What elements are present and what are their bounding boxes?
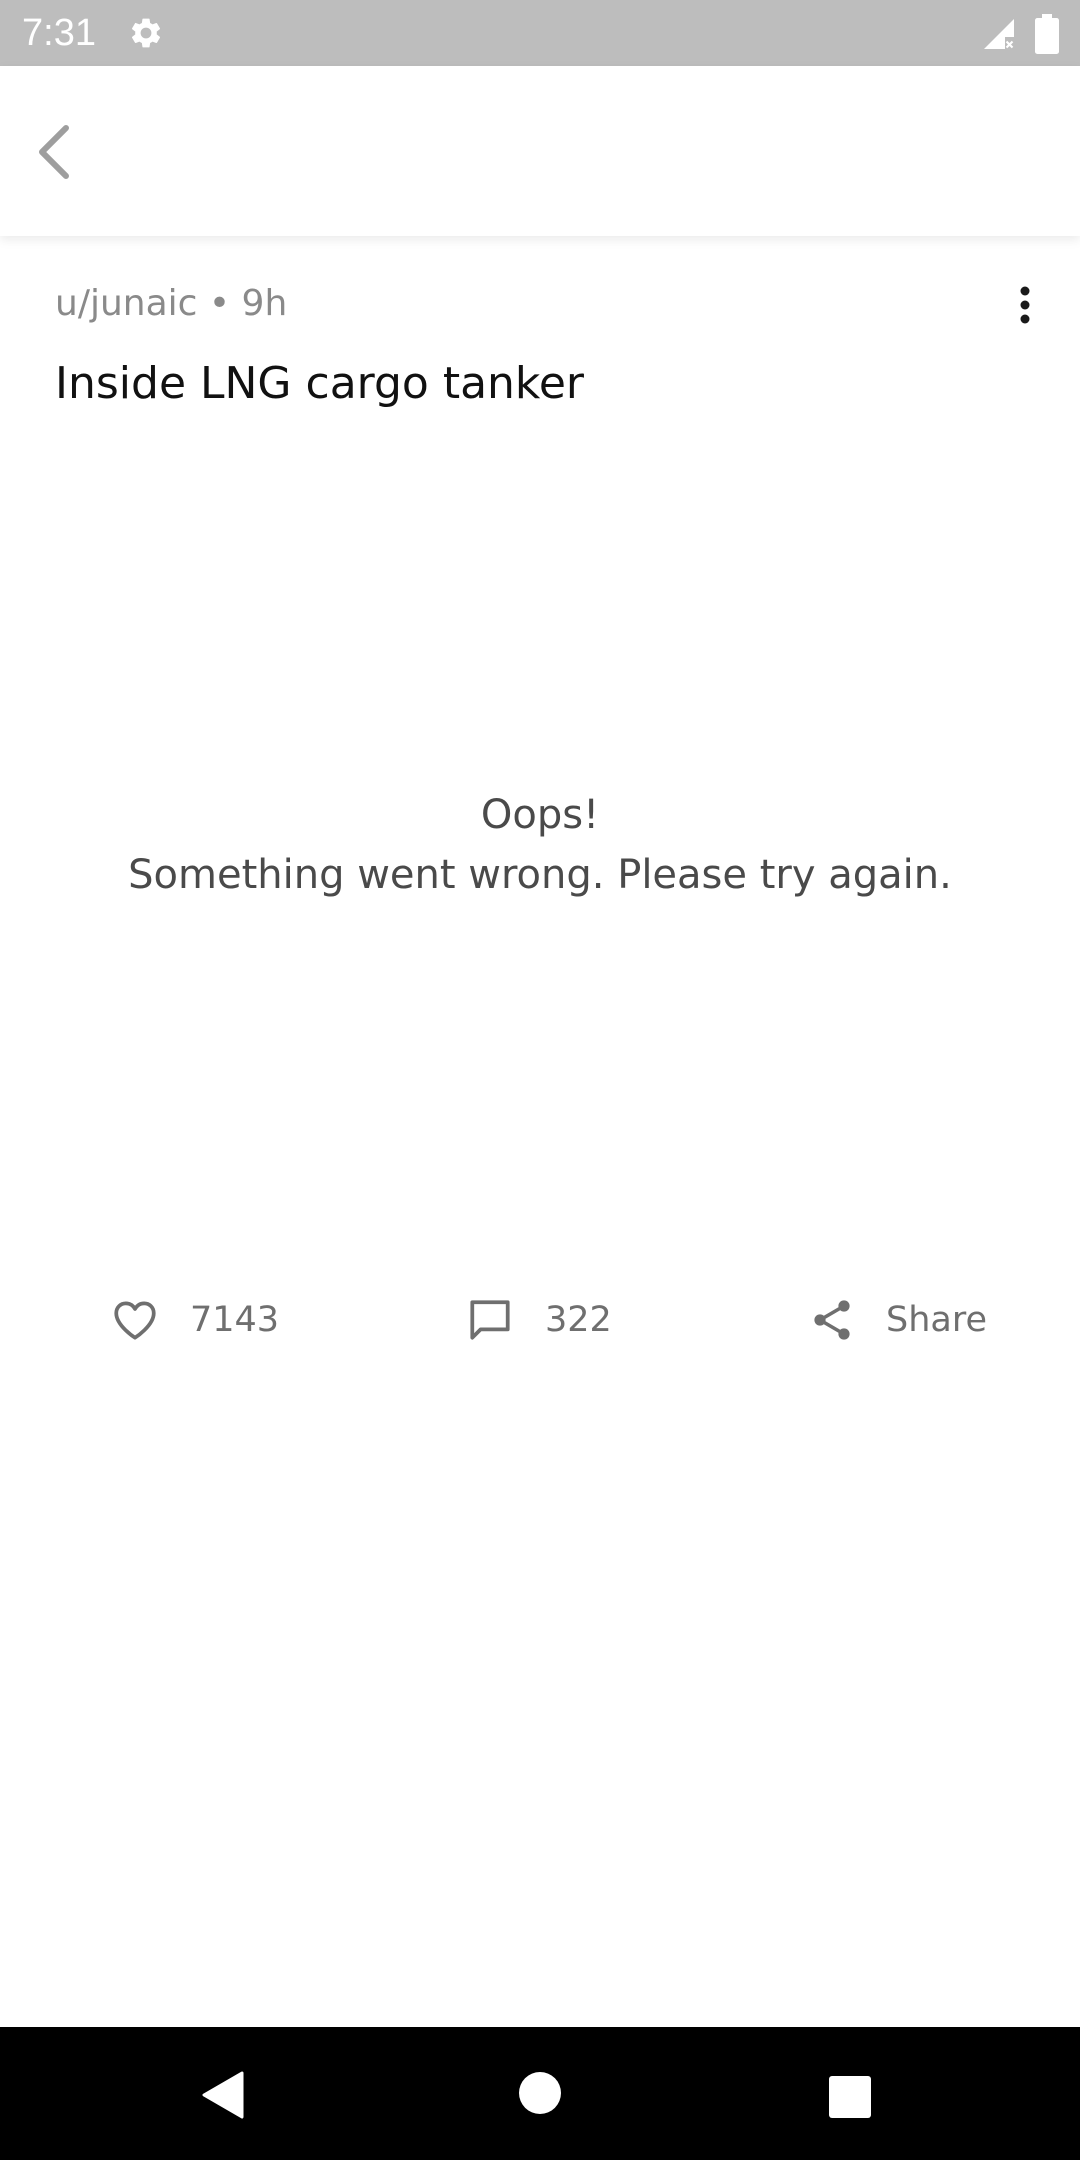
- status-bar: 7:31: [0, 0, 1080, 66]
- system-nav-bar: [0, 2027, 1080, 2160]
- error-text: Something went wrong. Please try again.: [128, 852, 952, 898]
- post-meta[interactable]: u/junaic • 9h: [55, 280, 287, 328]
- nav-back-button[interactable]: [200, 2071, 246, 2123]
- screen: 7:31 u/junaic • 9h Inside LNG cargo tank…: [0, 0, 1080, 2160]
- comment-button[interactable]: 322: [465, 1290, 612, 1350]
- more-vert-icon: [1020, 286, 1030, 324]
- nav-home-button[interactable]: [518, 2071, 562, 2119]
- like-count: 7143: [190, 1300, 280, 1340]
- gear-icon: [131, 18, 161, 48]
- share-label: Share: [886, 1300, 988, 1340]
- status-time: 7:31: [22, 12, 96, 54]
- comment-count: 322: [545, 1300, 612, 1340]
- like-button[interactable]: 7143: [110, 1290, 279, 1350]
- post-title: Inside LNG cargo tanker: [55, 358, 584, 409]
- comment-icon: [470, 1300, 510, 1340]
- share-icon: [814, 1300, 850, 1340]
- error-message: Oops! Something went wrong. Please try a…: [0, 785, 1080, 905]
- more-options-button[interactable]: [1000, 280, 1050, 330]
- share-button[interactable]: Share: [808, 1290, 987, 1350]
- signal-icon: [984, 19, 1014, 49]
- recents-square-icon: [829, 2076, 871, 2118]
- back-button[interactable]: [20, 112, 90, 192]
- error-title: Oops!: [480, 792, 600, 838]
- back-triangle-icon: [202, 2071, 244, 2119]
- battery-icon: [1035, 14, 1059, 54]
- nav-recents-button[interactable]: [828, 2075, 872, 2123]
- heart-icon: [114, 1301, 156, 1340]
- app-bar: [0, 66, 1080, 236]
- home-circle-icon: [519, 2072, 561, 2114]
- chevron-left-icon: [39, 125, 69, 179]
